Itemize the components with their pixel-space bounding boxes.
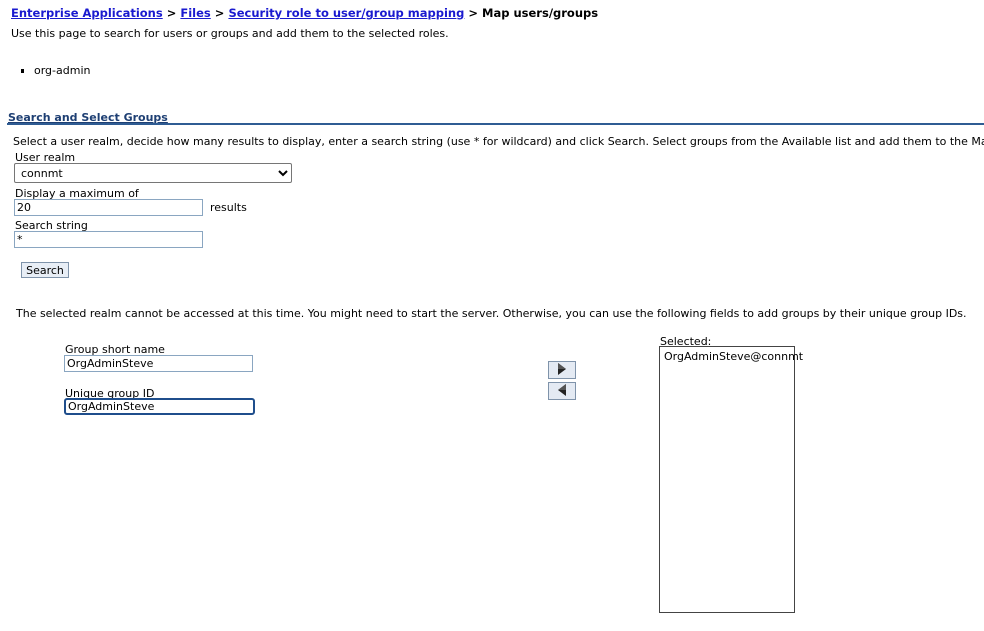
arrow-right-icon [556, 362, 568, 379]
section-divider [7, 123, 984, 125]
breadcrumb-link-security-role-mapping[interactable]: Security role to user/group mapping [228, 6, 464, 20]
role-item: org-admin [20, 64, 90, 77]
breadcrumb-separator: > [166, 6, 177, 20]
group-short-name-input[interactable] [64, 355, 253, 372]
selected-roles-list: org-admin [20, 64, 90, 77]
breadcrumb: Enterprise Applications > Files > Securi… [11, 6, 598, 20]
breadcrumb-current: Map users/groups [482, 6, 599, 20]
search-button[interactable]: Search [21, 262, 69, 278]
display-max-input[interactable] [14, 199, 203, 216]
selected-listbox[interactable]: OrgAdminSteve@connmt [659, 346, 803, 613]
search-string-input[interactable] [14, 231, 203, 248]
breadcrumb-link-files[interactable]: Files [180, 6, 210, 20]
results-label: results [210, 201, 247, 214]
user-realm-select[interactable]: connmt [14, 163, 292, 183]
remove-from-selected-button[interactable] [548, 382, 576, 400]
realm-unavailable-message: The selected realm cannot be accessed at… [16, 307, 967, 320]
breadcrumb-link-enterprise-applications[interactable]: Enterprise Applications [11, 6, 163, 20]
selected-list-item[interactable]: OrgAdminSteve@connmt [660, 347, 803, 366]
breadcrumb-separator: > [214, 6, 225, 20]
search-instructions: Select a user realm, decide how many res… [13, 135, 984, 148]
page-description: Use this page to search for users or gro… [11, 27, 449, 40]
arrow-left-icon [556, 383, 568, 400]
unique-group-id-input[interactable] [64, 398, 255, 415]
breadcrumb-separator: > [468, 6, 479, 20]
add-to-selected-button[interactable] [548, 361, 576, 379]
